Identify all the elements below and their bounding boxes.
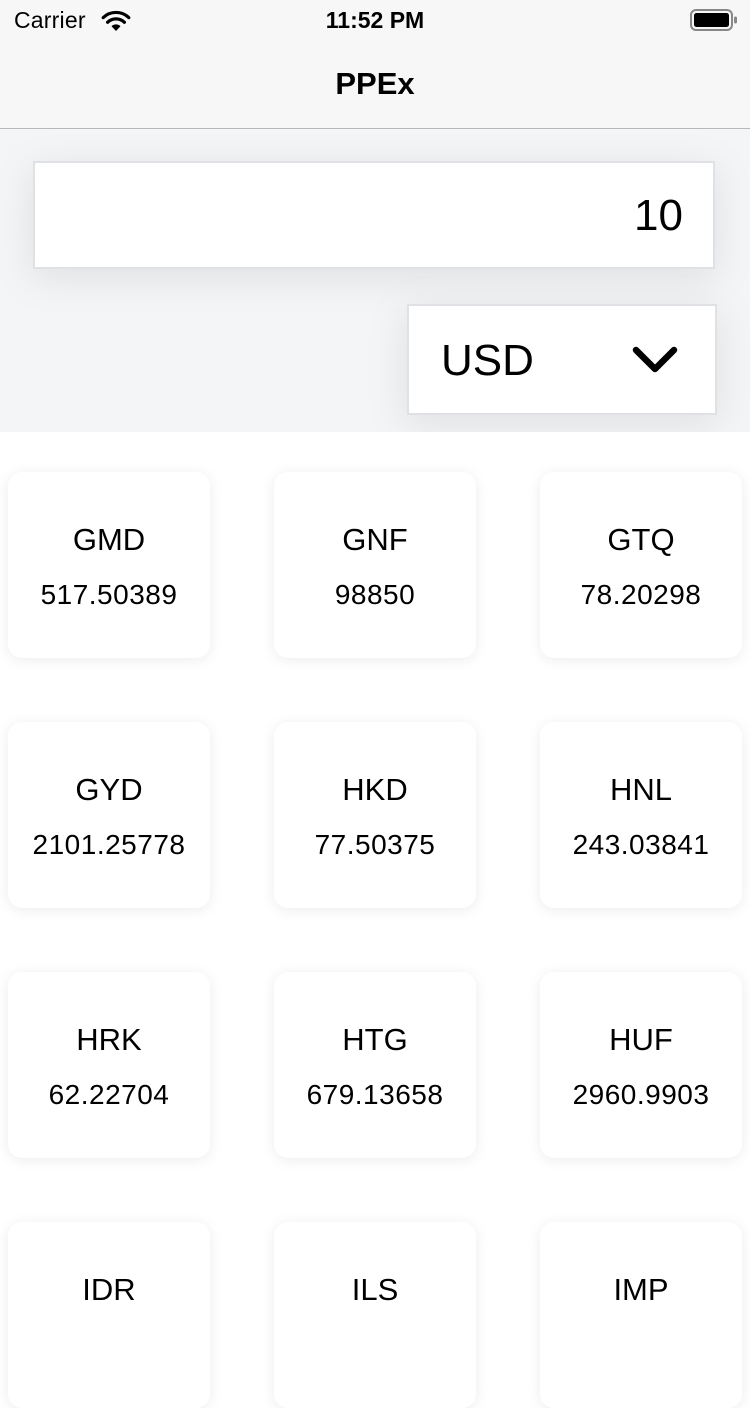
battery-icon — [690, 9, 737, 31]
currency-code: HKD — [342, 772, 408, 807]
status-bar: Carrier 11:52 PM — [0, 0, 750, 40]
rate-card-hrk[interactable]: HRK 62.22704 — [8, 972, 210, 1158]
rate-card-gyd[interactable]: GYD 2101.25778 — [8, 722, 210, 908]
navigation-bar: PPEx — [0, 40, 750, 129]
rate-card-idr[interactable]: IDR — [8, 1222, 210, 1408]
converted-amount: 517.50389 — [40, 579, 178, 610]
converted-amount: 98850 — [334, 579, 416, 610]
rates-grid: GMD 517.50389 GNF 98850 GTQ 78.20298 GYD… — [0, 432, 750, 1408]
converted-amount: 62.22704 — [48, 1079, 170, 1110]
currency-code: GMD — [72, 522, 146, 557]
chevron-down-icon — [632, 346, 678, 373]
rate-card-hnl[interactable]: HNL 243.03841 — [540, 722, 742, 908]
rate-card-hkd[interactable]: HKD 77.50375 — [274, 722, 476, 908]
currency-code: GYD — [75, 772, 143, 807]
currency-code: GTQ — [607, 522, 675, 557]
currency-code: HRK — [76, 1022, 142, 1057]
currency-code: IMP — [613, 1272, 669, 1307]
converted-amount: 2960.9903 — [572, 1079, 710, 1110]
rate-card-huf[interactable]: HUF 2960.9903 — [540, 972, 742, 1158]
amount-value: 10 — [634, 191, 683, 240]
converted-amount: 679.13658 — [306, 1079, 444, 1110]
converted-amount: 2101.25778 — [32, 829, 186, 860]
rate-card-imp[interactable]: IMP — [540, 1222, 742, 1408]
rate-card-htg[interactable]: HTG 679.13658 — [274, 972, 476, 1158]
currency-code: ILS — [351, 1272, 399, 1307]
status-time: 11:52 PM — [325, 7, 425, 33]
rate-card-ils[interactable]: ILS — [274, 1222, 476, 1408]
currency-code: GNF — [342, 522, 408, 557]
converted-amount: 243.03841 — [572, 829, 710, 860]
currency-code: HTG — [342, 1022, 408, 1057]
currency-value: USD — [441, 336, 534, 385]
converter-panel: 10 USD — [0, 129, 750, 432]
page-title: PPEx — [335, 66, 415, 101]
currency-select[interactable]: USD — [407, 304, 717, 415]
converted-amount: 77.50375 — [314, 829, 436, 860]
currency-code: IDR — [82, 1272, 136, 1307]
currency-code: HUF — [609, 1022, 673, 1057]
rate-card-gmd[interactable]: GMD 517.50389 — [8, 472, 210, 658]
converted-amount: 78.20298 — [580, 579, 702, 610]
rate-card-gtq[interactable]: GTQ 78.20298 — [540, 472, 742, 658]
amount-input[interactable]: 10 — [33, 161, 715, 269]
rate-card-gnf[interactable]: GNF 98850 — [274, 472, 476, 658]
currency-code: HNL — [609, 772, 672, 807]
